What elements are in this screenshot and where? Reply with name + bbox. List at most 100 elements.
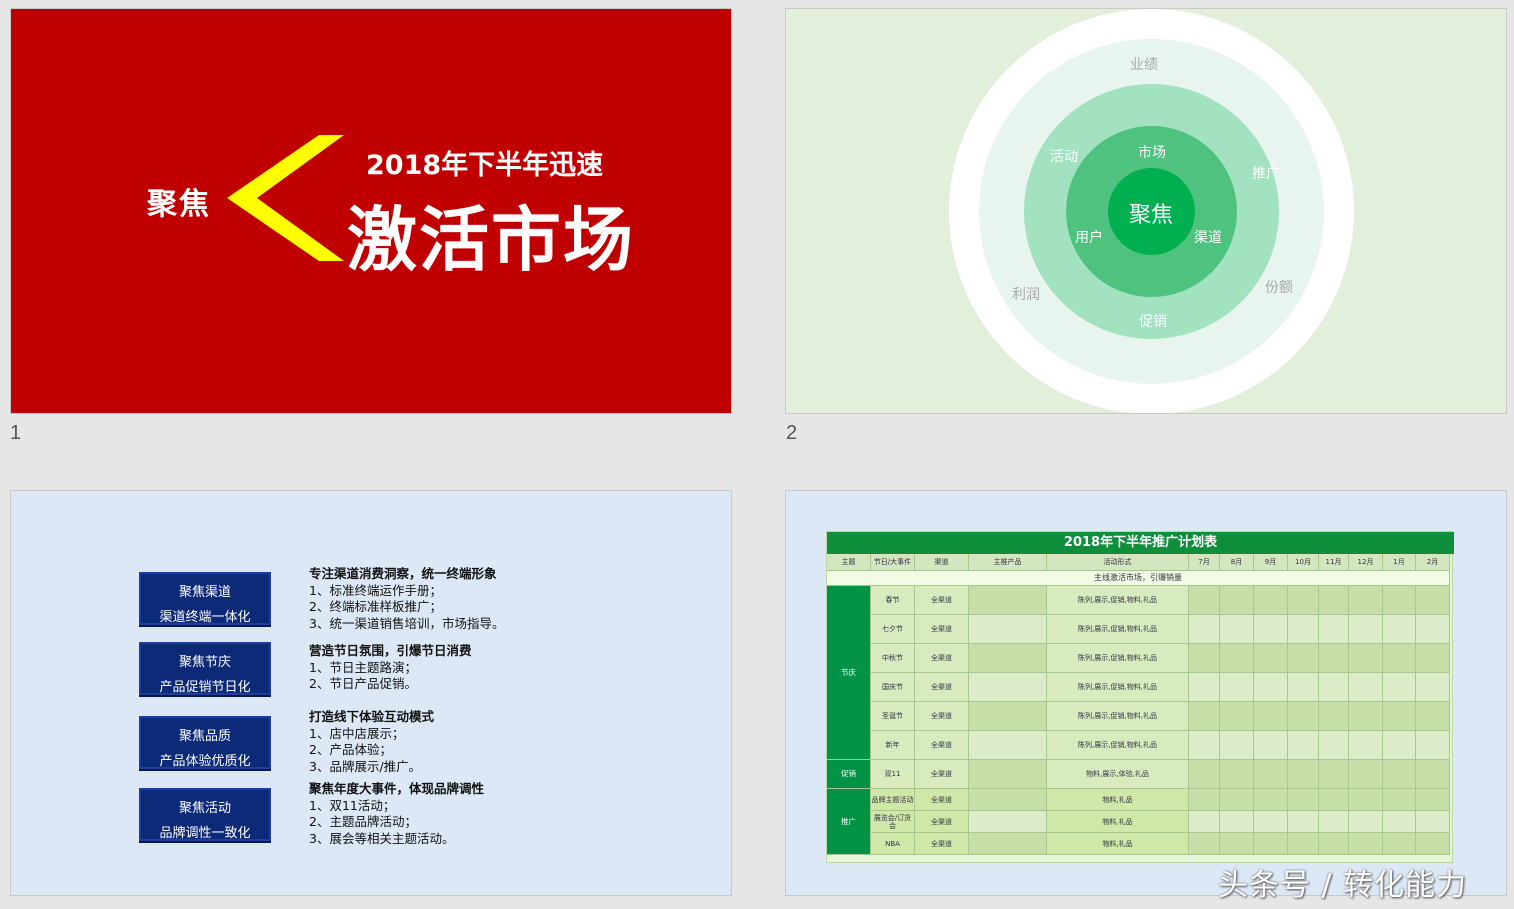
table-cell-month [1189,833,1220,855]
table-cell-event: 展览会/订货会 [871,811,915,833]
table-cell-month [1416,673,1450,702]
desc-activity: 聚焦年度大事件，体现品牌调性 1、双11活动； 2、主题品牌活动； 3、展会等相… [309,781,484,847]
table-header-cell: 9月 [1254,554,1288,571]
table-cell-month [1416,789,1450,811]
table-cell-form: 物料,礼品 [1047,789,1189,811]
desc-quality: 打造线下体验互动模式 1、店中店展示； 2、产品体验； 3、品牌展示/推广。 [309,709,434,775]
table-cell-month [1254,586,1288,615]
table-cell-month [1416,644,1450,673]
table-cell-month [1288,644,1319,673]
table-cell-month [1349,811,1383,833]
table-cell-month [1254,731,1288,760]
table-cell-month [1220,760,1254,789]
desc-point: 2、产品体验； [309,742,392,757]
table-cell-event: 七夕节 [871,615,915,644]
focus-box-channel: 聚焦渠道 渠道终端一体化 [139,572,271,625]
table-cell-month [1288,702,1319,731]
table-group-cell: 推广 [827,789,871,855]
desc-point: 1、店中店展示； [309,725,405,741]
box-line1: 聚焦品质 [178,729,231,744]
slide-1-thumbnail[interactable]: 聚焦 2018年下半年迅速 激活市场 [10,8,732,414]
table-cell-channel: 全渠道 [915,615,969,644]
table-cell-product [969,644,1047,673]
table-cell-month [1319,811,1349,833]
table-cell-month [1288,833,1319,855]
table-cell-month [1319,615,1349,644]
table-cell-month [1383,586,1416,615]
table-header-cell: 节日/大事件 [871,554,915,571]
table-cell-month [1319,731,1349,760]
slide-1-subtitle: 2018年下半年迅速 [366,150,604,181]
table-cell-channel: 全渠道 [915,760,969,789]
desc-point: 2、主题品牌活动； [309,814,417,829]
table-header-cell: 活动形式 [1047,554,1189,571]
table-cell-month [1220,811,1254,833]
table-cell-month [1416,586,1450,615]
table-cell-channel: 全渠道 [915,702,969,731]
desc-point: 1、节日主题路演； [309,659,417,675]
table-cell-month [1189,731,1220,760]
desc-channel: 专注渠道消费洞察，统一终端形象 1、标准终端运作手册； 2、终端标准样板推广； … [309,566,504,632]
table-cell-month [1189,760,1220,789]
focus-box-festival: 聚焦节庆 产品促销节日化 [139,642,271,695]
table-cell-product [969,702,1047,731]
chevron-icon [227,135,344,261]
table-cell-form: 物料,礼品 [1047,833,1189,855]
slide-1-title: 激活市场 [347,199,635,281]
table-cell-month [1349,731,1383,760]
table-cell-month [1349,702,1383,731]
table-cell-month [1288,760,1319,789]
label-promotion: 推广 [1252,166,1280,182]
table-cell-month [1349,789,1383,811]
label-sales-promo: 促销 [1139,314,1167,330]
table-group-cell: 节庆 [827,586,871,760]
table-cell-month [1254,615,1288,644]
center-label: 聚焦 [1129,203,1174,228]
table-cell-event: 双11 [871,760,915,789]
table-cell-month [1220,615,1254,644]
box-line1: 聚焦渠道 [178,585,231,600]
table-cell-month [1383,833,1416,855]
table-cell-form: 陈列,展示,促销,物料,礼品 [1047,673,1189,702]
slide-2-thumbnail[interactable]: 聚焦 市场 用户 渠道 活动 推广 促销 业绩 利润 份额 [785,8,1507,414]
desc-point: 3、展会等相关主题活动。 [309,830,455,846]
table-cell-month [1416,760,1450,789]
table-cell-channel: 全渠道 [915,586,969,615]
table-cell-month [1220,586,1254,615]
table-cell-month [1220,644,1254,673]
table-cell-form: 物料,礼品 [1047,811,1189,833]
table-cell-month [1349,673,1383,702]
table-cell-product [969,731,1047,760]
table-cell-month [1383,760,1416,789]
table-cell-product [969,615,1047,644]
table-cell-form: 陈列,展示,促销,物料,礼品 [1047,644,1189,673]
slide-number-1: 1 [10,422,22,444]
table-cell-month [1189,673,1220,702]
table-cell-month [1189,644,1220,673]
table-cell-event: 中秋节 [871,644,915,673]
table-cell-event: 国庆节 [871,673,915,702]
table-cell-month [1319,789,1349,811]
slide-4-thumbnail[interactable]: 2018年下半年推广计划表 主题 节日/大事件 渠道 主推产品 活动形式 7月 8月 9月 10… [785,490,1507,896]
table-cell-event: 春节 [871,586,915,615]
table-cell-form: 陈列,展示,促销,物料,礼品 [1047,615,1189,644]
box-line2: 品牌调性一致化 [159,826,251,841]
table-cell-month [1288,789,1319,811]
table-cell-month [1254,760,1288,789]
table-cell-month [1319,673,1349,702]
slide-number-2: 2 [786,422,798,444]
table-header-cell: 1月 [1383,554,1416,571]
table-cell-month [1349,644,1383,673]
table-cell-channel: 全渠道 [915,833,969,855]
focus-label: 聚焦 [147,187,211,222]
table-cell-product [969,586,1047,615]
desc-head: 专注渠道消费洞察，统一终端形象 [309,566,497,581]
slide-3-thumbnail[interactable]: 聚焦渠道 渠道终端一体化 专注渠道消费洞察，统一终端形象 1、标准终端运作手册；… [10,490,732,896]
desc-point: 1、双11活动； [309,797,396,813]
label-user: 用户 [1075,230,1103,246]
table-cell-month [1319,702,1349,731]
table-cell-form: 陈列,展示,促销,物料,礼品 [1047,586,1189,615]
table-header-cell: 渠道 [915,554,969,571]
promotion-plan-table: 2018年下半年推广计划表 主题 节日/大事件 渠道 主推产品 活动形式 7月 8月 9月 10… [826,531,1454,863]
table-cell-month [1189,586,1220,615]
